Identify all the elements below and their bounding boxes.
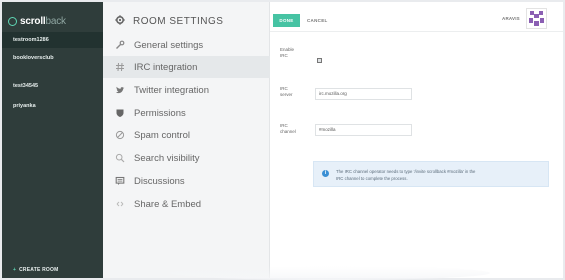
wrench-icon xyxy=(115,40,125,50)
settings-toolbar: DONE CANCEL ARAVIS xyxy=(270,2,563,32)
avatar[interactable] xyxy=(526,8,547,29)
irc-channel-input[interactable]: #mozilla xyxy=(315,124,412,136)
block-icon xyxy=(115,130,125,140)
nav-search-visibility[interactable]: Search visibility xyxy=(103,147,270,169)
nav-permissions-label: Permissions xyxy=(134,107,186,119)
irc-info-line2: IRC channel to complete the process. xyxy=(336,176,408,181)
irc-info-line1: The IRC channel operator needs to type '… xyxy=(336,169,476,174)
cancel-button[interactable]: CANCEL xyxy=(307,14,328,27)
nav-spam-control[interactable]: Spam control xyxy=(103,124,270,146)
enable-irc-label-line2: IRC xyxy=(280,53,288,58)
brand-name: scrollback xyxy=(20,16,66,27)
irc-channel-label-line2: channel xyxy=(280,129,296,134)
brand-logo[interactable]: scrollback xyxy=(8,14,66,28)
nav-discussions-label: Discussions xyxy=(134,175,185,187)
shield-icon xyxy=(115,108,125,118)
room-item-testroom1286[interactable]: testroom1286 xyxy=(2,32,103,48)
nav-irc-integration[interactable]: IRC integration xyxy=(103,56,270,78)
room-item-test34545[interactable]: test34545 xyxy=(2,78,103,94)
info-icon: i xyxy=(322,170,329,177)
nav-permissions[interactable]: Permissions xyxy=(103,102,270,124)
done-button[interactable]: DONE xyxy=(273,14,300,27)
avatar-pattern-icon xyxy=(529,11,544,26)
room-item-priyanka[interactable]: priyanka xyxy=(2,98,103,114)
enable-irc-label: Enable IRC xyxy=(280,47,294,59)
nav-general-settings[interactable]: General settings xyxy=(103,34,270,56)
nav-discussions[interactable]: Discussions xyxy=(103,170,270,192)
nav-irc-integration-label: IRC integration xyxy=(134,61,198,73)
user-name[interactable]: ARAVIS xyxy=(502,16,520,21)
nav-general-settings-label: General settings xyxy=(134,39,204,51)
gear-icon xyxy=(115,12,125,30)
room-sidebar: scrollback testroom1286 bookloversclub t… xyxy=(2,2,103,278)
irc-server-input[interactable]: irc.mozilla.org xyxy=(315,88,412,100)
irc-info-message: The IRC channel operator needs to type '… xyxy=(336,168,546,182)
room-item-bookloversclub[interactable]: bookloversclub xyxy=(2,50,103,66)
nav-twitter-integration-label: Twitter integration xyxy=(134,84,209,96)
settings-title: ROOM SETTINGS xyxy=(133,15,224,27)
chat-icon xyxy=(115,176,125,186)
twitter-bird-icon xyxy=(115,85,125,95)
magnifier-icon xyxy=(115,153,125,163)
brand-name-light: back xyxy=(45,15,66,27)
photo-glare xyxy=(170,266,490,280)
nav-twitter-integration[interactable]: Twitter integration xyxy=(103,79,270,101)
enable-irc-checkbox[interactable] xyxy=(317,58,322,63)
scrollback-logo-icon xyxy=(8,16,17,26)
irc-server-label-line2: server xyxy=(280,92,293,97)
settings-header: ROOM SETTINGS xyxy=(115,14,223,28)
irc-info-notice: i The IRC channel operator needs to type… xyxy=(313,161,549,187)
nav-share-embed[interactable]: Share & Embed xyxy=(103,193,270,215)
app-window: scrollback testroom1286 bookloversclub t… xyxy=(0,0,565,280)
share-icon xyxy=(115,199,125,209)
plus-icon: + xyxy=(13,267,17,273)
nav-spam-control-label: Spam control xyxy=(134,129,190,141)
irc-channel-label: IRC channel xyxy=(280,123,296,135)
nav-search-visibility-label: Search visibility xyxy=(134,152,200,164)
create-room-label: CREATE ROOM xyxy=(19,267,59,273)
irc-server-label: IRC server xyxy=(280,86,293,98)
hash-icon xyxy=(115,62,125,72)
settings-content: DONE CANCEL ARAVIS Enable IRC IRC server i… xyxy=(270,2,563,278)
settings-nav: ROOM SETTINGS General settings IRC integ… xyxy=(103,2,270,278)
nav-share-embed-label: Share & Embed xyxy=(134,198,202,210)
create-room-button[interactable]: + CREATE ROOM xyxy=(13,267,58,273)
brand-name-bold: scroll xyxy=(20,15,46,27)
